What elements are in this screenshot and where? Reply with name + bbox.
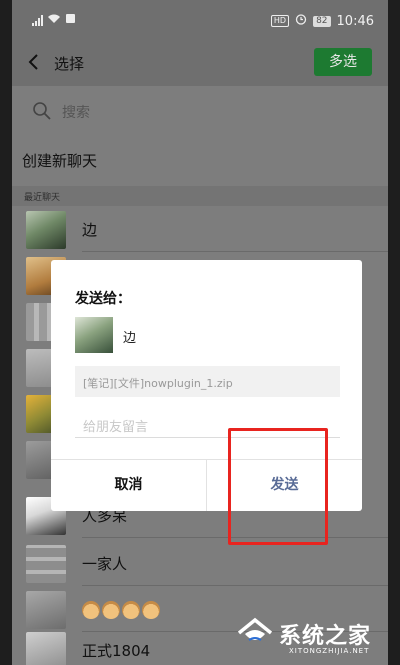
file-name: [笔记][文件]nowplugin_1.zip (83, 377, 233, 390)
cancel-button[interactable]: 取消 (51, 460, 206, 511)
phone-bezel-left (0, 0, 12, 665)
search-placeholder: 搜索 (62, 105, 90, 121)
chat-name: 边 (82, 221, 98, 239)
phone-bezel-right (388, 0, 400, 665)
face-emoji-icon (102, 601, 120, 619)
title-bar: 选择 多选 (12, 40, 388, 86)
search-icon (32, 101, 52, 121)
chat-row[interactable]: 一家人 (12, 540, 388, 586)
message-placeholder: 给朋友留言 (83, 420, 149, 435)
chat-name: 一家人 (82, 555, 128, 573)
status-bar: HD 82 10:46 (12, 0, 388, 40)
face-emoji-icon (142, 601, 160, 619)
search-input[interactable]: 搜索 (22, 94, 378, 128)
phone-screen: HD 82 10:46 选择 多选 搜索 创建新聊天 最近聊天 边 人多呆 一家… (0, 0, 400, 665)
highlight-box (228, 428, 328, 545)
avatar (26, 545, 66, 583)
house-logo-icon (235, 616, 275, 650)
page-title: 选择 (54, 55, 85, 73)
face-emoji-icon (82, 601, 100, 619)
recipient-name: 边 (123, 331, 137, 346)
face-emoji-icon (122, 601, 140, 619)
chat-row[interactable]: 边 (12, 206, 388, 252)
battery-level: 82 (313, 15, 331, 27)
avatar (26, 591, 66, 629)
watermark: 系统之家 XITONGZHIJIA.NET (235, 614, 395, 662)
hd-badge: HD (270, 15, 290, 27)
notification-icon (65, 13, 76, 28)
recipient-avatar (75, 317, 113, 353)
watermark-name: 系统之家 (279, 624, 372, 649)
file-preview: [笔记][文件]nowplugin_1.zip (75, 366, 340, 397)
dialog-title: 发送给： (75, 291, 131, 307)
create-new-chat[interactable]: 创建新聊天 (22, 150, 97, 171)
signal-icon (32, 15, 43, 26)
avatar (26, 632, 66, 665)
emoji-group-name (82, 601, 160, 619)
chat-name: 正式1804 (82, 642, 151, 660)
clock: 10:46 (336, 13, 374, 29)
multi-select-button[interactable]: 多选 (314, 48, 372, 76)
recent-chats-header: 最近聊天 (12, 186, 388, 206)
status-left (32, 13, 76, 28)
alarm-icon (295, 13, 307, 29)
recent-chats-label: 最近聊天 (24, 193, 61, 203)
watermark-url: XITONGZHIJIA.NET (289, 647, 370, 655)
avatar (26, 211, 66, 249)
back-arrow-icon[interactable] (22, 50, 46, 74)
status-right: HD 82 10:46 (270, 13, 374, 29)
wifi-icon (47, 13, 61, 28)
